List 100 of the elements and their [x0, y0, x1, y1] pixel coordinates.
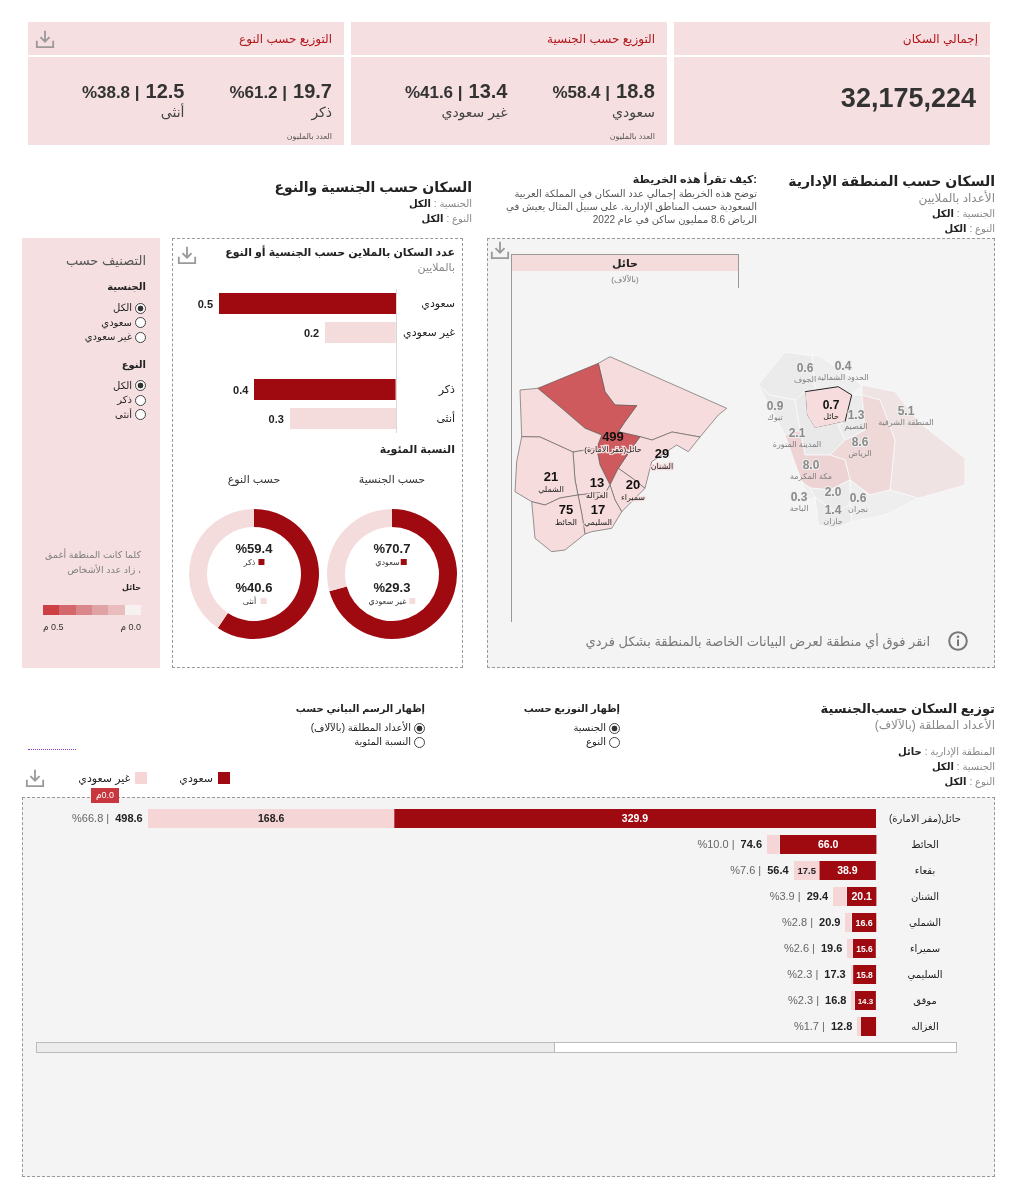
filter-value: الكل [421, 212, 444, 226]
stat-value: 12.5 [145, 79, 185, 103]
region-name-label: مكة المكرمة [790, 472, 832, 481]
category-label: أنثى [436, 412, 456, 425]
bar-value-label: 17.5 [797, 864, 816, 876]
radio-icon[interactable] [609, 722, 620, 734]
filter-label: المنطقة الإدارية : [924, 745, 995, 759]
radio-option[interactable]: النسبة المئوية [354, 735, 425, 749]
category-label: الحائط [910, 838, 940, 850]
card-title: التوزيع حسب الجنسية [546, 31, 655, 46]
bar-value-label: 20.1 [851, 889, 872, 902]
scrollbar-thumb[interactable] [37, 1043, 556, 1052]
radio-option[interactable]: النوع [586, 735, 620, 749]
download-icon[interactable] [35, 28, 55, 49]
radio-option[interactable]: سعودي [101, 315, 146, 330]
legend-label: سعودي [179, 771, 213, 785]
radio-icon[interactable] [135, 331, 146, 343]
radio-icon[interactable] [135, 302, 146, 314]
filter-value: حائل [898, 745, 922, 759]
region-name-label: القصيم [844, 422, 868, 431]
card-note: العدد بالمليون [609, 132, 655, 143]
donut-value-label: %40.6 [235, 580, 273, 595]
card-title: إجمالي السكان [902, 31, 978, 46]
category-label: سميراء [908, 942, 942, 954]
filter-value: الكل [944, 775, 967, 789]
bar-value-label: 66.0 [817, 837, 838, 850]
donut-value-label: %59.4 [235, 541, 273, 556]
region-value-label: 0.4 [834, 359, 852, 373]
share-value: | %2.6 [783, 942, 815, 954]
chart-subtitle: بالملايين [417, 260, 455, 275]
donut-category-label: غير سعودي [368, 597, 407, 606]
download-icon[interactable] [25, 768, 45, 788]
region-value-label: 1.3 [847, 408, 865, 422]
bar-value-label: 168.6 [257, 811, 284, 824]
bar-value-label: 15.8 [856, 969, 873, 980]
stat-value: 18.8 [616, 79, 655, 103]
horizontal-scrollbar[interactable] [36, 1042, 957, 1053]
section-heading: النسبة المئوية [379, 442, 456, 457]
section-title-value: الجنسية [820, 700, 872, 717]
radio-icon[interactable] [414, 736, 425, 748]
radio-icon[interactable] [135, 394, 146, 406]
region-name-label: الحائط [554, 518, 578, 527]
region-value-label: 499 [602, 429, 624, 444]
scale-min-label: 0.0 م [120, 621, 141, 633]
radio-icon[interactable] [609, 736, 620, 748]
total-value: 17.3 [824, 968, 846, 980]
category-label: ذكر [438, 383, 456, 396]
legend-swatch-icon [258, 559, 265, 565]
bar-value-label: 0.5 [197, 297, 213, 310]
radio-option[interactable]: أنثى [115, 407, 146, 422]
legend-swatch-icon [260, 598, 267, 604]
download-icon[interactable] [177, 245, 197, 265]
region-value-label: 0.3 [790, 490, 808, 504]
region-value-label: 0.6 [796, 361, 814, 375]
help-text: توضح هذه الخريطة إجمالي عدد السكان في المملكة العربية السعودية حسب المناطق الإدارية. على سبيل المثال يعيش في الرياض 8.6 ممليون ساكن في عام 2022 [505, 187, 757, 226]
donut-category-label: ذكر [243, 558, 256, 567]
map-region[interactable] [531, 494, 586, 552]
radio-option[interactable]: الكل [113, 301, 146, 316]
total-value: 74.6 [740, 838, 762, 850]
category-label: غير سعودي [403, 326, 456, 339]
total-value: 16.8 [825, 994, 847, 1006]
radio-icon[interactable] [414, 722, 425, 734]
region-value-label: 21 [543, 469, 559, 484]
filter-value: الكل [408, 197, 431, 211]
bar-value-label: 14.3 [857, 996, 874, 1006]
share-value: | %1.7 [793, 1020, 825, 1032]
stat-label: ذكر [311, 103, 332, 121]
radio-option[interactable]: ذكر [117, 393, 146, 408]
category-label: الشنان [909, 890, 941, 902]
stat-share: | %58.4 [552, 83, 611, 103]
radio-icon[interactable] [135, 409, 146, 421]
stat-label: سعودي [612, 103, 655, 121]
stat-label: غير سعودي [441, 103, 508, 121]
region-value-label: 2.1 [788, 426, 806, 440]
region-name-label: الغزاله [586, 491, 608, 500]
legend-swatch-icon [400, 559, 407, 565]
hint-text: انقر فوق أي منطقة لعرض البيانات الخاصة بالمنطقة بشكل فردي [585, 633, 930, 649]
radio-option[interactable]: الأعداد المطلقة (بالآلاف) [310, 721, 425, 735]
radio-icon[interactable] [135, 380, 146, 392]
category-label: سعودي [421, 297, 456, 310]
region-value-label: 0.7 [822, 398, 840, 412]
radio-option[interactable]: الكل [113, 378, 146, 393]
donut-category-label: أنثى [242, 597, 257, 606]
region-name-label: جازان [823, 517, 843, 526]
filter-value: الكل [931, 207, 954, 221]
radio-option[interactable]: الجنسية [573, 721, 620, 735]
info-icon[interactable] [948, 631, 968, 651]
download-icon[interactable] [490, 240, 510, 260]
region-value-label: 17 [590, 502, 606, 517]
control-title: إظهار الرسم البياني حسب [295, 702, 425, 716]
category-label: الغزاله [910, 1020, 940, 1032]
region-value-label: 0.6 [849, 491, 867, 505]
legend-text: كلما كانت المنطقة أغمق ، زاد عدد الأشخاص [44, 547, 141, 577]
tooltip-title: حائل [512, 254, 739, 271]
help-title: :كيف تقرأ هذه الخريطة [632, 172, 757, 187]
bar-value-label: 329.9 [621, 811, 649, 824]
radio-option[interactable]: غير سعودي [84, 330, 146, 345]
donut-value-label: %29.3 [373, 580, 411, 595]
radio-icon[interactable] [135, 317, 146, 329]
bar-value-label: 16.6 [855, 917, 873, 928]
